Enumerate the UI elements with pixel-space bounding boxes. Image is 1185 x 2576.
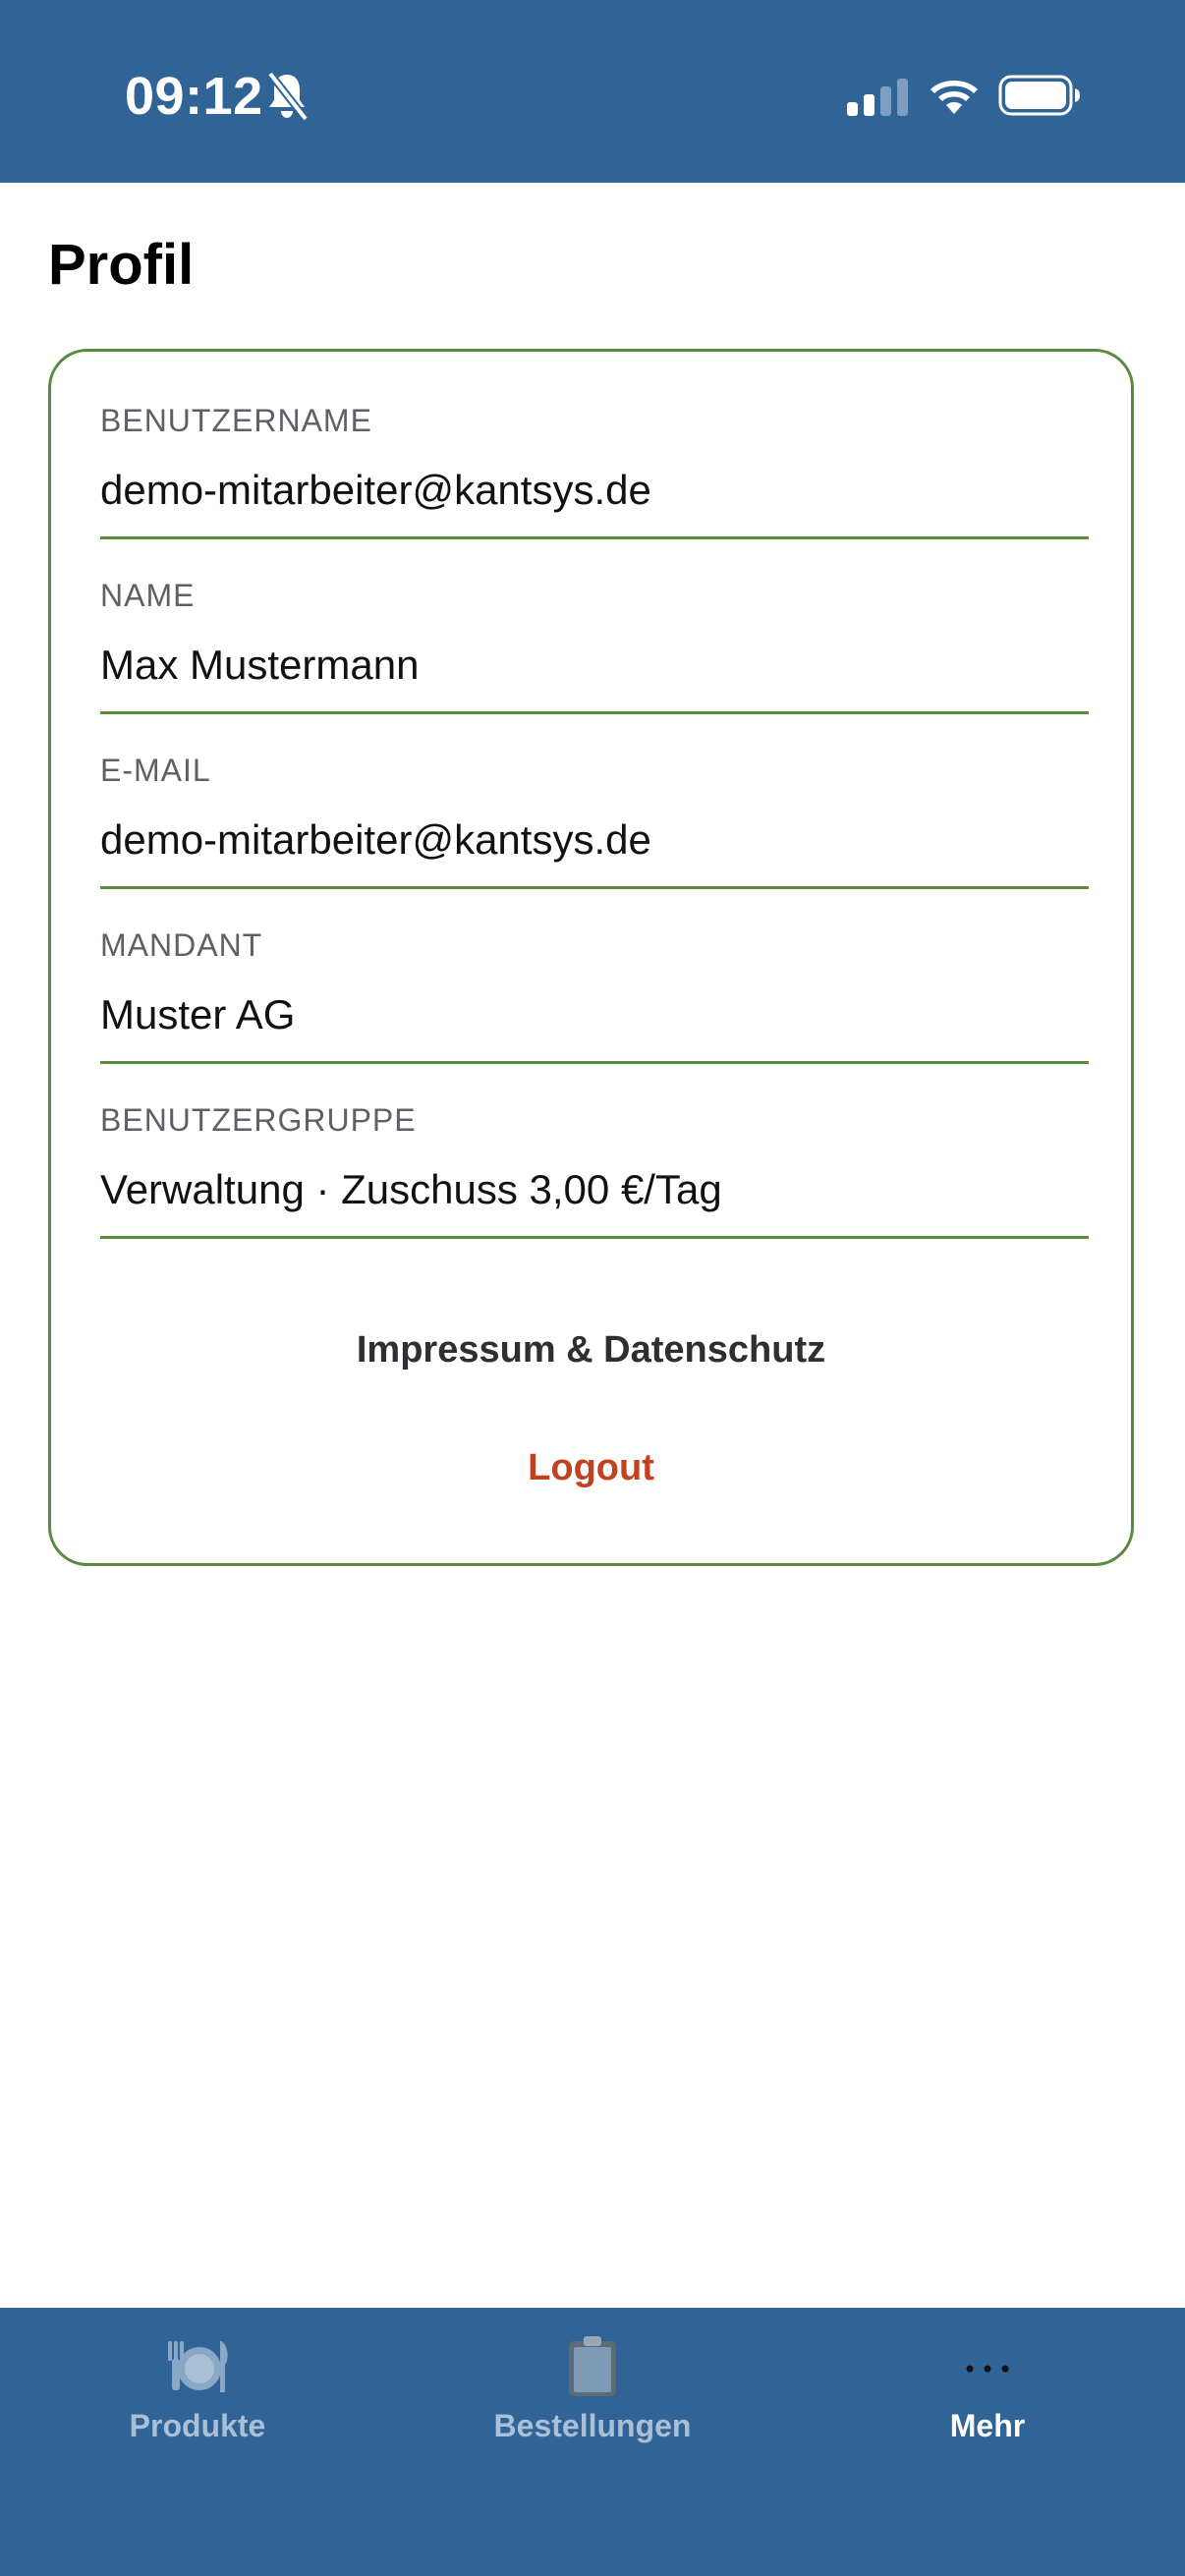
tab-label: Bestellungen — [493, 2408, 692, 2443]
field-user-group: BENUTZERGRUPPE Verwaltung · Zuschuss 3,0… — [100, 1051, 1089, 1239]
field-username: BENUTZERNAME demo-mitarbeiter@kantsys.de — [100, 352, 1089, 539]
field-name: NAME Max Mustermann — [100, 527, 1089, 714]
status-bar: 09:12 — [0, 0, 1185, 183]
profile-card: BENUTZERNAME demo-mitarbeiter@kantsys.de… — [48, 349, 1134, 1566]
tab-mehr[interactable]: Mehr — [790, 2308, 1185, 2455]
tab-produkte[interactable]: Produkte — [0, 2308, 395, 2455]
clipboard-icon — [569, 2336, 616, 2396]
tab-label: Mehr — [949, 2408, 1026, 2443]
field-value: Muster AG — [100, 991, 296, 1037]
field-value: Verwaltung · Zuschuss 3,00 €/Tag — [100, 1166, 722, 1212]
status-time: 09:12 — [125, 67, 263, 126]
field-label: MANDANT — [100, 927, 263, 963]
field-value: demo-mitarbeiter@kantsys.de — [100, 467, 651, 513]
tab-label: Produkte — [129, 2408, 266, 2443]
field-tenant: MANDANT Muster AG — [100, 876, 1089, 1064]
field-label: BENUTZERNAME — [100, 403, 372, 438]
wifi-icon — [931, 81, 978, 114]
field-value: demo-mitarbeiter@kantsys.de — [100, 816, 651, 863]
field-label: NAME — [100, 578, 196, 613]
imprint-privacy-link[interactable]: Impressum & Datenschutz — [51, 1324, 1131, 1375]
bell-muted-icon — [266, 71, 309, 122]
more-dots-icon — [966, 2365, 1009, 2373]
battery-icon — [998, 75, 1080, 116]
tab-bar: Produkte Bestellungen Mehr — [0, 2308, 1185, 2576]
tab-bestellungen[interactable]: Bestellungen — [395, 2308, 790, 2455]
field-email: E-MAIL demo-mitarbeiter@kantsys.de — [100, 701, 1089, 889]
cellular-signal-icon — [847, 79, 908, 116]
field-label: E-MAIL — [100, 753, 211, 788]
page-title: Profil — [48, 233, 195, 297]
field-value: Max Mustermann — [100, 642, 420, 688]
logout-button[interactable]: Logout — [51, 1442, 1131, 1493]
field-label: BENUTZERGRUPPE — [100, 1102, 417, 1138]
plate-cutlery-icon — [168, 2341, 228, 2392]
